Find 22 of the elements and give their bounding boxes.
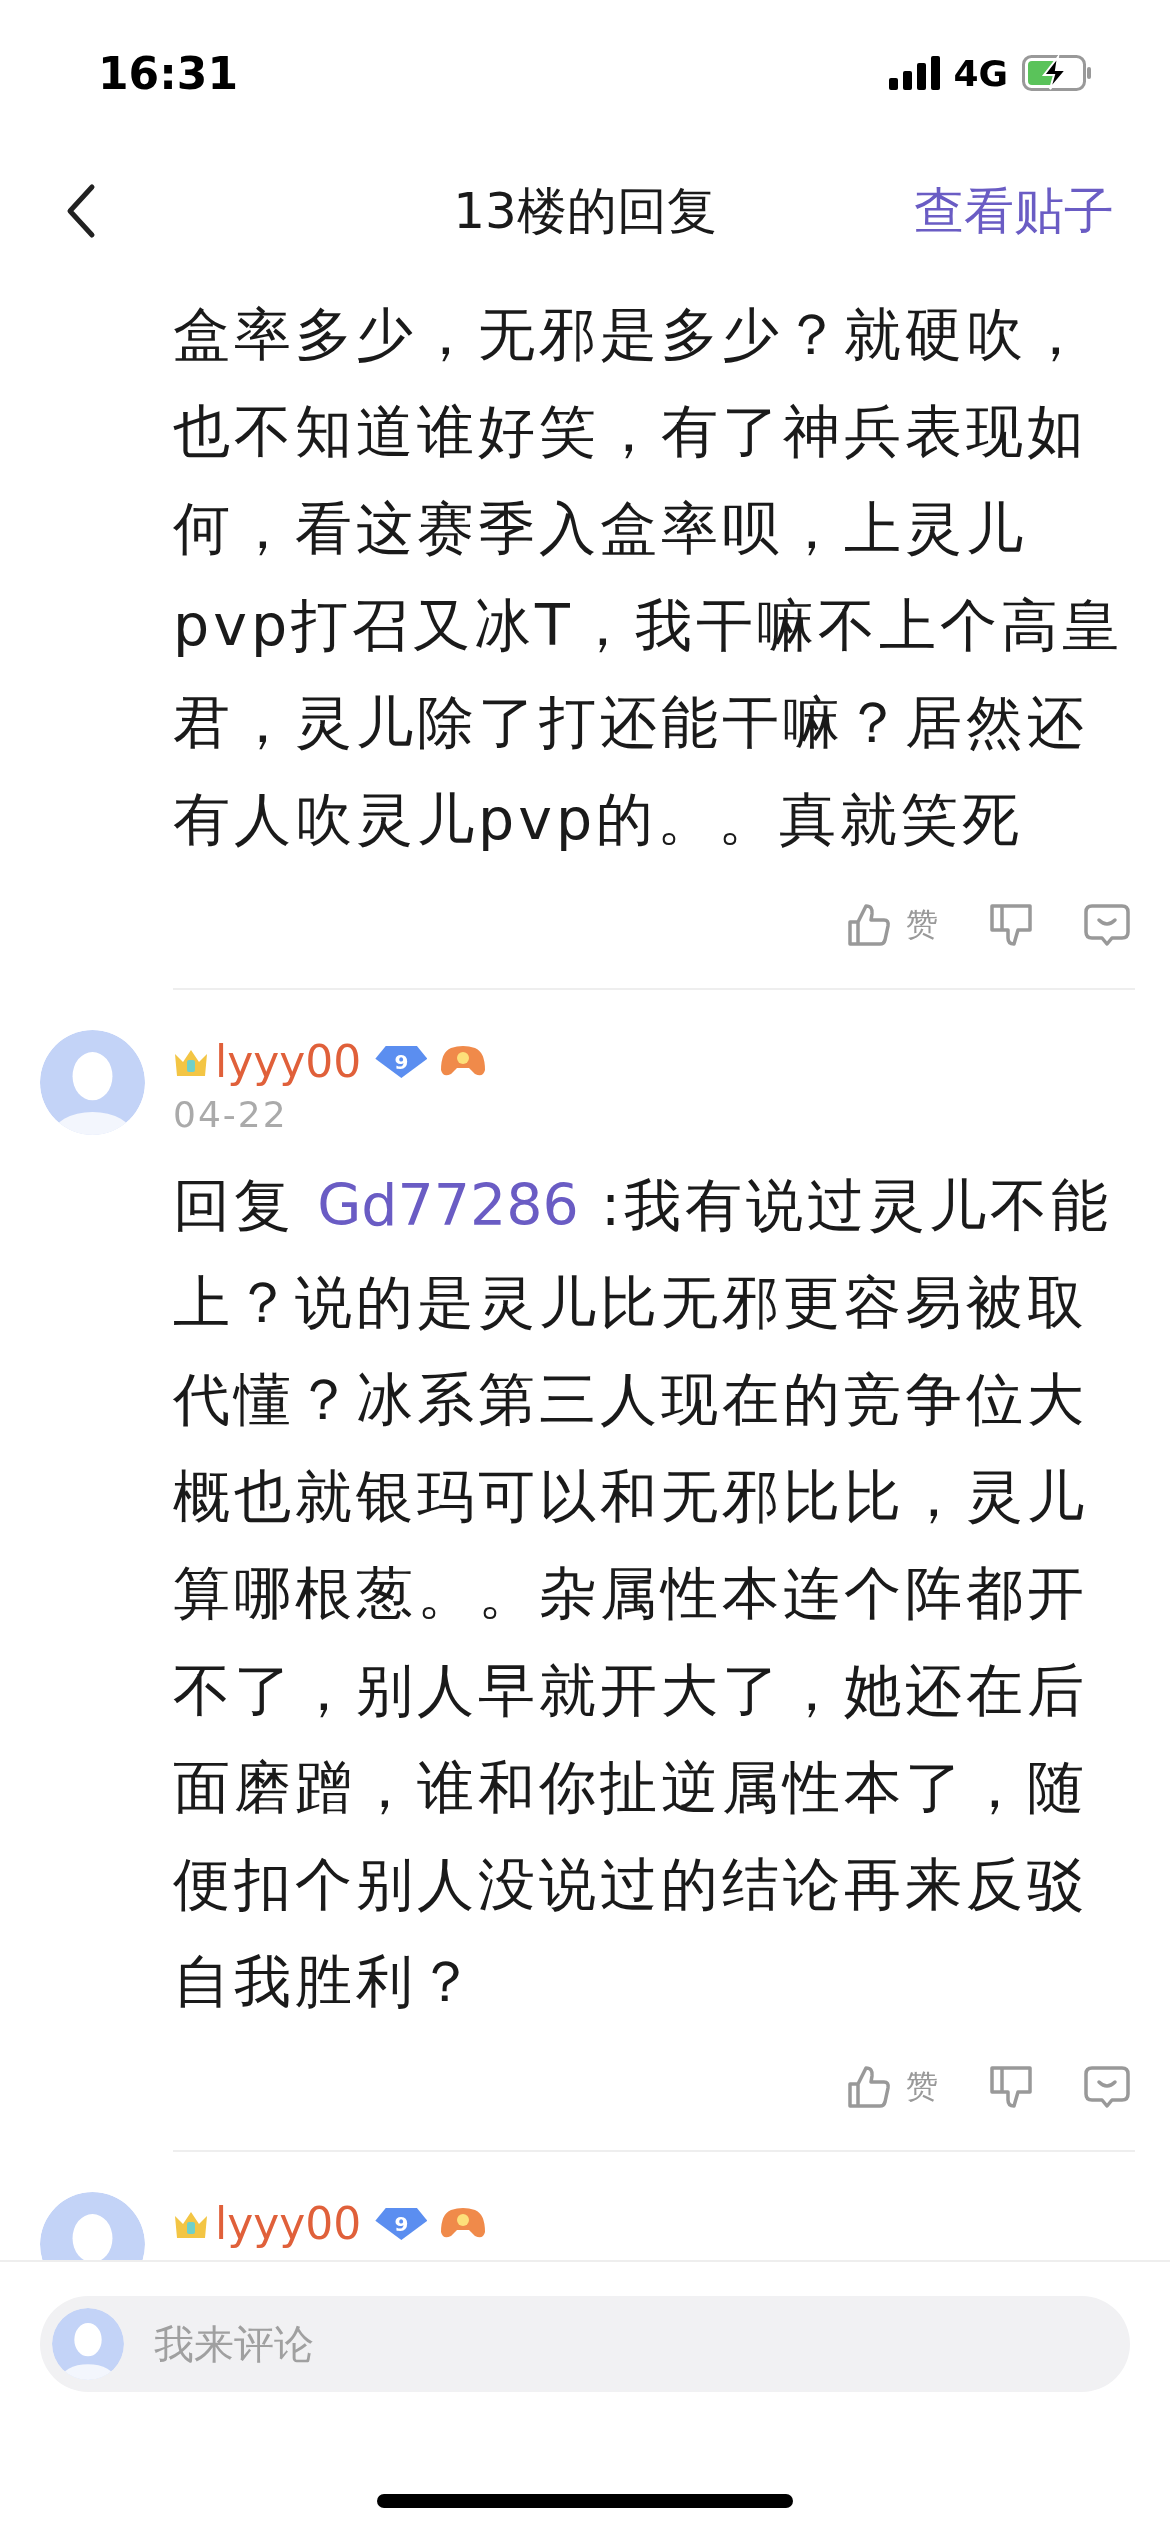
network-label: 4G bbox=[953, 52, 1008, 94]
page-title: 13楼的回复 bbox=[453, 181, 717, 240]
comment-input[interactable]: 我来评论 bbox=[40, 2296, 1130, 2392]
view-post-link[interactable]: 查看贴子 bbox=[914, 177, 1114, 245]
avatar-icon bbox=[40, 1030, 145, 1135]
dislike-button[interactable] bbox=[988, 902, 1034, 948]
comment-text: 盒率多少，无邪是多少？就硬吹，也不知道谁好笑，有了神兵表现如何，看这赛季入盒率呗，上灵儿pvp打召又冰T，我干嘛不上个高皇君，灵儿除了打还能干嘛？居然还有人吹灵儿pvp的。。真就笑死 bbox=[172, 300, 1124, 854]
level-badge: 9 bbox=[375, 1046, 428, 1078]
username[interactable]: lyyy00 bbox=[215, 2202, 362, 2246]
username[interactable]: lyyy00 bbox=[215, 1040, 362, 1084]
signal-icon bbox=[889, 56, 942, 90]
comment-date: 04-22 bbox=[173, 1094, 289, 1135]
mention-link[interactable]: Gd77286 bbox=[317, 1172, 579, 1238]
level-badge: 9 bbox=[375, 2208, 428, 2240]
status-time: 16:31 bbox=[98, 47, 240, 99]
like-button[interactable]: 赞 bbox=[846, 2064, 938, 2110]
avatar-icon bbox=[52, 2308, 124, 2380]
dislike-button[interactable] bbox=[988, 2064, 1034, 2110]
comment-text: 回复 Gd77286 :我有说过灵儿不能上？说的是灵儿比无邪更容易被取代懂？冰系第三人现在的竞争位大概也就银玛可以和无邪比比，灵儿算哪根葱。。杂属性本连个阵都开不了，别人早就开大了，她还在后面磨蹭，谁和你扯逆属性本了，随便扣个别人没说过的结论再来反驳自我胜利？ bbox=[172, 1171, 1114, 2016]
reply-button[interactable] bbox=[1084, 902, 1130, 948]
like-button[interactable]: 赞 bbox=[846, 902, 938, 948]
reply-button[interactable] bbox=[1084, 2064, 1130, 2110]
